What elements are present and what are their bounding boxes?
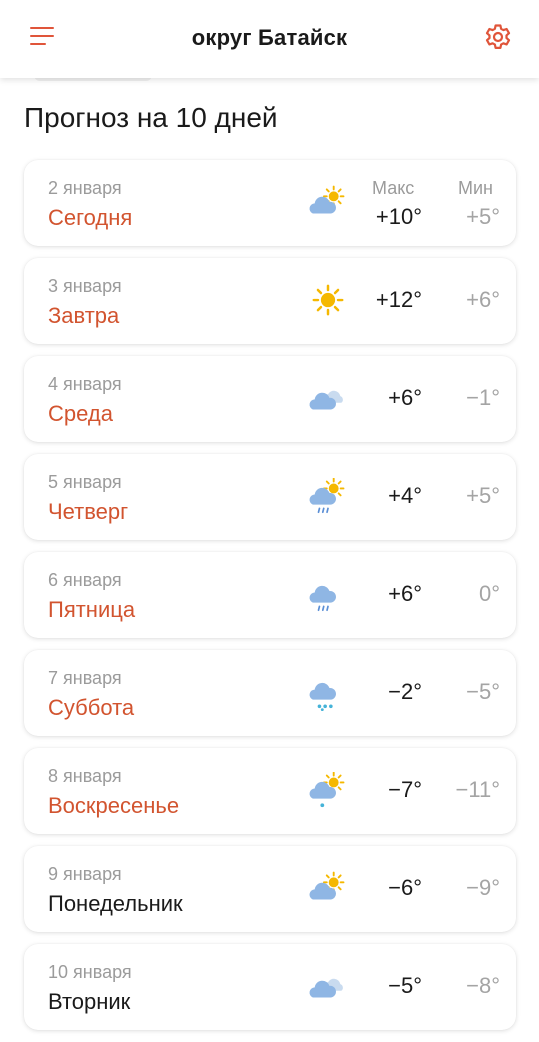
day-date: 7 января xyxy=(48,668,122,688)
day-card[interactable]: 10 января Вторник −5° −8° xyxy=(24,944,516,1030)
min-temperature: +5° xyxy=(466,483,500,508)
app-header: округ Батайск xyxy=(0,0,539,78)
partly-cloudy-icon xyxy=(308,184,348,222)
day-card[interactable]: 9 января Понедельник −6° −9° xyxy=(24,846,516,932)
day-date: 3 января xyxy=(48,276,122,296)
max-temperature: +6° xyxy=(388,385,422,410)
forecast-list: 2 января Сегодня Макс Мин +10° +5° 3 января Зав… xyxy=(24,160,516,1042)
sun-icon xyxy=(308,282,348,320)
max-temperature: +10° xyxy=(375,204,422,229)
settings-button[interactable] xyxy=(483,22,513,52)
location-title[interactable]: округ Батайск xyxy=(0,25,539,51)
min-temperature: 0° xyxy=(478,581,500,606)
cloud-snow-icon xyxy=(308,674,348,712)
day-name: Воскресенье xyxy=(48,793,180,818)
min-temperature: −8° xyxy=(466,973,500,998)
day-name: Пятница xyxy=(48,597,136,622)
day-date: 6 января xyxy=(48,570,122,590)
sun-cloud-rain-icon xyxy=(308,477,348,516)
max-temperature: +12° xyxy=(375,287,422,312)
max-temperature: −2° xyxy=(388,679,422,704)
day-name: Сегодня xyxy=(48,205,133,230)
max-temperature: −6° xyxy=(388,875,422,900)
day-name: Среда xyxy=(48,401,113,426)
min-temperature: +6° xyxy=(466,287,500,312)
max-temperature: +4° xyxy=(388,483,422,508)
day-name: Четверг xyxy=(48,499,129,524)
day-card[interactable]: 3 января Завтра +12° +6° xyxy=(24,258,516,344)
max-column-label: Макс xyxy=(372,178,415,198)
min-temperature: +5° xyxy=(466,204,500,229)
day-date: 5 января xyxy=(48,472,122,492)
min-temperature: −11° xyxy=(455,777,500,802)
day-date: 8 января xyxy=(48,766,122,786)
day-date: 2 января xyxy=(48,178,122,198)
day-card[interactable]: 8 января Воскресенье −7° −11° xyxy=(24,748,516,834)
gear-icon xyxy=(485,24,511,49)
day-name: Вторник xyxy=(48,989,131,1014)
min-temperature: −1° xyxy=(466,385,500,410)
day-date: 10 января xyxy=(48,962,132,982)
page-title: Прогноз на 10 дней xyxy=(24,102,278,133)
sun-cloud-snow-icon xyxy=(308,771,348,810)
day-date: 9 января xyxy=(48,864,122,884)
partly-cloudy-icon xyxy=(308,870,348,908)
day-card[interactable]: 7 января Суббота −2° −5° xyxy=(24,650,516,736)
day-name: Понедельник xyxy=(48,891,183,916)
day-card[interactable]: 2 января Сегодня Макс Мин +10° +5° xyxy=(24,160,516,246)
max-temperature: +6° xyxy=(388,581,422,606)
max-temperature: −5° xyxy=(388,973,422,998)
day-date: 4 января xyxy=(48,374,122,394)
max-temperature: −7° xyxy=(388,777,422,802)
cloudy-icon xyxy=(308,380,348,418)
min-column-label: Мин xyxy=(458,178,493,198)
day-card[interactable]: 4 января Среда +6° −1° xyxy=(24,356,516,442)
day-name: Суббота xyxy=(48,695,135,720)
min-temperature: −9° xyxy=(466,875,500,900)
day-card[interactable]: 6 января Пятница +6° 0° xyxy=(24,552,516,638)
cloud-rain-icon xyxy=(308,576,348,614)
day-card[interactable]: 5 января Четверг +4° +5° xyxy=(24,454,516,540)
day-name: Завтра xyxy=(48,303,120,328)
min-temperature: −5° xyxy=(466,679,500,704)
cloudy-icon xyxy=(308,968,348,1006)
